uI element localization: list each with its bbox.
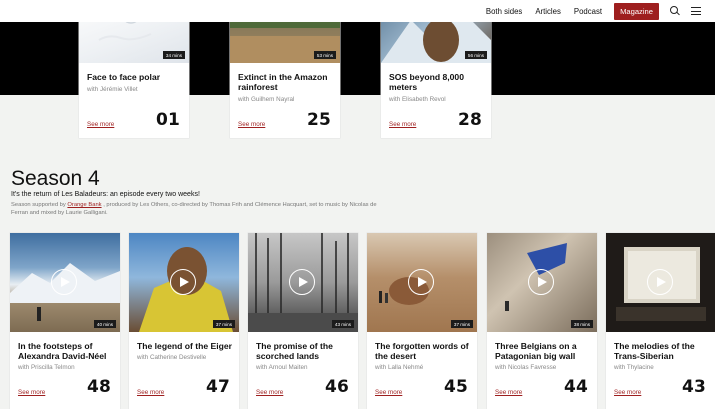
episode-author: with Thylacine <box>614 364 654 371</box>
duration-badge: 43 mins <box>331 320 354 328</box>
episode-title: The legend of the Eiger <box>137 341 233 351</box>
duration-badge: 56 mins <box>464 51 487 59</box>
episode-number: 48 <box>86 377 111 397</box>
see-more-link[interactable]: See more <box>256 389 283 396</box>
sponsor-link[interactable]: Orange Bank <box>67 202 101 208</box>
episode-author: with Catherine Destivelle <box>137 354 207 361</box>
season-credits: Season supported by Orange Bank , produc… <box>11 202 391 217</box>
see-more-link[interactable]: See more <box>238 121 265 128</box>
credits-prefix: Season supported by <box>11 202 68 208</box>
episode-author: with Elisabeth Revol <box>389 96 446 103</box>
episode-title: The forgotten words of the desert <box>375 341 469 361</box>
duration-badge: 37 mins <box>450 320 473 328</box>
episode-card[interactable]: The melodies of the Trans-Siberian with … <box>606 233 715 409</box>
episode-number: 44 <box>563 377 588 397</box>
see-more-link[interactable]: See more <box>495 389 522 396</box>
episode-title: The promise of the scorched lands <box>256 341 333 361</box>
episode-number: 45 <box>443 377 468 397</box>
episode-title: SOS beyond 8,000 meters <box>389 72 464 92</box>
episode-number: 25 <box>306 110 331 130</box>
play-icon[interactable] <box>528 269 554 295</box>
see-more-link[interactable]: See more <box>375 389 402 396</box>
duration-badge: 38 mins <box>570 320 593 328</box>
episode-title: The melodies of the Trans-Siberian <box>614 341 695 361</box>
episode-number: 43 <box>681 377 706 397</box>
see-more-link[interactable]: See more <box>87 121 114 128</box>
episode-thumbnail: 37 mins <box>367 233 477 332</box>
search-icon[interactable] <box>670 6 680 16</box>
season-title: Season 4 <box>11 167 100 190</box>
episode-thumbnail: 37 mins <box>129 233 239 332</box>
episode-author: with Nicolas Favresse <box>495 364 557 371</box>
episode-title: In the footsteps of Alexandra David-Néel <box>18 341 107 361</box>
episode-number: 47 <box>205 377 230 397</box>
see-more-link[interactable]: See more <box>389 121 416 128</box>
episode-author: with Jérémie Villet <box>87 86 138 93</box>
nav-link-both-sides[interactable]: Both sides <box>486 7 522 16</box>
play-icon[interactable] <box>51 269 77 295</box>
episode-thumbnail <box>606 233 715 332</box>
episode-title: Extinct in the Amazon rainforest <box>238 72 328 92</box>
nav-link-podcast[interactable]: Podcast <box>574 7 602 16</box>
play-icon[interactable] <box>289 269 315 295</box>
play-icon[interactable] <box>170 269 196 295</box>
magazine-button[interactable]: Magazine <box>614 2 659 20</box>
play-icon[interactable] <box>647 269 673 295</box>
episode-number: 46 <box>324 377 349 397</box>
duration-badge: 37 mins <box>212 320 235 328</box>
episode-number: 28 <box>457 110 482 130</box>
duration-badge: 53 mins <box>313 51 336 59</box>
see-more-link[interactable]: See more <box>614 389 641 396</box>
episode-card[interactable]: 37 mins The forgotten words of the deser… <box>367 233 477 409</box>
menu-icon[interactable] <box>691 6 701 16</box>
episode-author: with Lalla Nehmé <box>375 364 424 371</box>
episode-thumbnail: 38 mins <box>487 233 597 332</box>
episode-card[interactable]: 37 mins The legend of the Eiger with Cat… <box>129 233 239 409</box>
episode-number: 01 <box>155 110 180 130</box>
duration-badge: 40 mins <box>93 320 116 328</box>
top-navigation: Both sides Articles Podcast Magazine <box>0 0 715 22</box>
episode-author: with Priscilla Telmon <box>18 364 75 371</box>
episode-author: with Arnoul Maiten <box>256 364 308 371</box>
episode-card[interactable]: 38 mins Three Belgians on a Patagonian b… <box>487 233 597 409</box>
episode-title: Face to face polar <box>87 72 161 82</box>
nav-link-articles[interactable]: Articles <box>535 7 561 16</box>
episode-author: with Guilhem Nayral <box>238 96 295 103</box>
episode-card[interactable]: 43 mins The promise of the scorched land… <box>248 233 358 409</box>
episode-card[interactable]: 40 mins In the footsteps of Alexandra Da… <box>10 233 120 409</box>
episode-thumbnail: 40 mins <box>10 233 120 332</box>
episode-title: Three Belgians on a Patagonian big wall <box>495 341 577 361</box>
play-icon[interactable] <box>408 269 434 295</box>
see-more-link[interactable]: See more <box>18 389 45 396</box>
season-subtitle: It's the return of Les Baladeurs: an epi… <box>11 191 200 198</box>
duration-badge: 34 mins <box>162 51 185 59</box>
see-more-link[interactable]: See more <box>137 389 164 396</box>
episode-thumbnail: 43 mins <box>248 233 358 332</box>
